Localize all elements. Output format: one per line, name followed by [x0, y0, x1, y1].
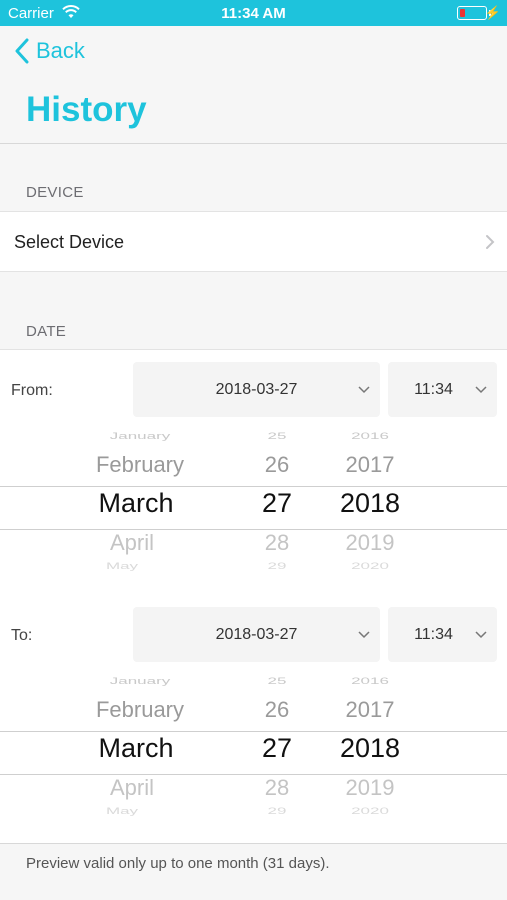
picker-item: 26	[264, 452, 290, 477]
picker-selected-month: March	[98, 733, 174, 763]
picker-selected-month: March	[98, 488, 174, 518]
picker-item: February	[95, 452, 185, 477]
picker-item: February	[95, 697, 185, 722]
picker-item: 26	[264, 697, 290, 722]
back-button[interactable]: Back	[14, 38, 85, 64]
picker-item: 2016	[351, 430, 389, 441]
picker-item: April	[109, 775, 154, 800]
chevron-down-icon	[475, 386, 487, 394]
charging-icon: ⚡	[484, 5, 501, 20]
picker-item: 28	[264, 530, 290, 555]
picker-item: May	[105, 560, 139, 571]
picker-item: April	[109, 530, 154, 555]
picker-item: May	[105, 805, 139, 816]
to-date-value: 2018-03-27	[215, 626, 298, 643]
footer-note: Preview valid only up to one month (31 d…	[26, 855, 330, 872]
to-time-select[interactable]: 11:34	[388, 607, 497, 662]
picker-item: 28	[264, 775, 290, 800]
from-date-picker[interactable]: January February March April May 25 26 2…	[0, 430, 507, 580]
picker-item: January	[109, 675, 171, 686]
navigation-bar: Back History	[0, 26, 507, 144]
status-bar: Carrier 11:34 AM ⚡	[0, 0, 507, 26]
select-device-label: Select Device	[14, 232, 125, 252]
picker-selected-day: 27	[261, 733, 293, 763]
from-date-select[interactable]: 2018-03-27	[133, 362, 380, 417]
picker-item: 25	[267, 430, 287, 441]
picker-item: 2020	[351, 805, 389, 816]
chevron-left-icon	[15, 38, 29, 64]
picker-item: 29	[267, 805, 287, 816]
to-label: To:	[11, 627, 33, 644]
from-time-select[interactable]: 11:34	[388, 362, 497, 417]
date-section-header: DATE	[26, 323, 67, 340]
chevron-down-icon	[475, 631, 487, 639]
picker-item: January	[109, 430, 171, 441]
from-date-value: 2018-03-27	[215, 381, 298, 398]
chevron-right-icon	[486, 235, 495, 249]
picker-item: 2017	[345, 697, 395, 722]
status-time: 11:34 AM	[221, 5, 286, 22]
from-label: From:	[11, 382, 53, 399]
to-time-value: 11:34	[414, 626, 453, 643]
to-date-select[interactable]: 2018-03-27	[133, 607, 380, 662]
battery-icon	[457, 6, 487, 20]
picker-item: 2016	[351, 675, 389, 686]
picker-selected-year: 2018	[339, 733, 401, 763]
picker-item: 2019	[345, 530, 395, 555]
chevron-down-icon	[358, 631, 370, 639]
device-section-header: DEVICE	[26, 184, 84, 201]
page-title: History	[26, 90, 147, 129]
back-label: Back	[36, 38, 85, 63]
chevron-down-icon	[358, 386, 370, 394]
footer: Preview valid only up to one month (31 d…	[0, 843, 507, 900]
picker-item: 2020	[351, 560, 389, 571]
from-time-value: 11:34	[414, 381, 453, 398]
to-date-picker[interactable]: January February March April May 25 26 2…	[0, 675, 507, 825]
picker-item: 2019	[345, 775, 395, 800]
date-panel: From: 2018-03-27 11:34 January February …	[0, 349, 507, 843]
picker-item: 25	[267, 675, 287, 686]
select-device-row[interactable]: Select Device	[0, 211, 507, 272]
picker-item: 2017	[345, 452, 395, 477]
picker-selected-day: 27	[261, 488, 293, 518]
picker-item: 29	[267, 560, 287, 571]
picker-selected-year: 2018	[339, 488, 401, 518]
